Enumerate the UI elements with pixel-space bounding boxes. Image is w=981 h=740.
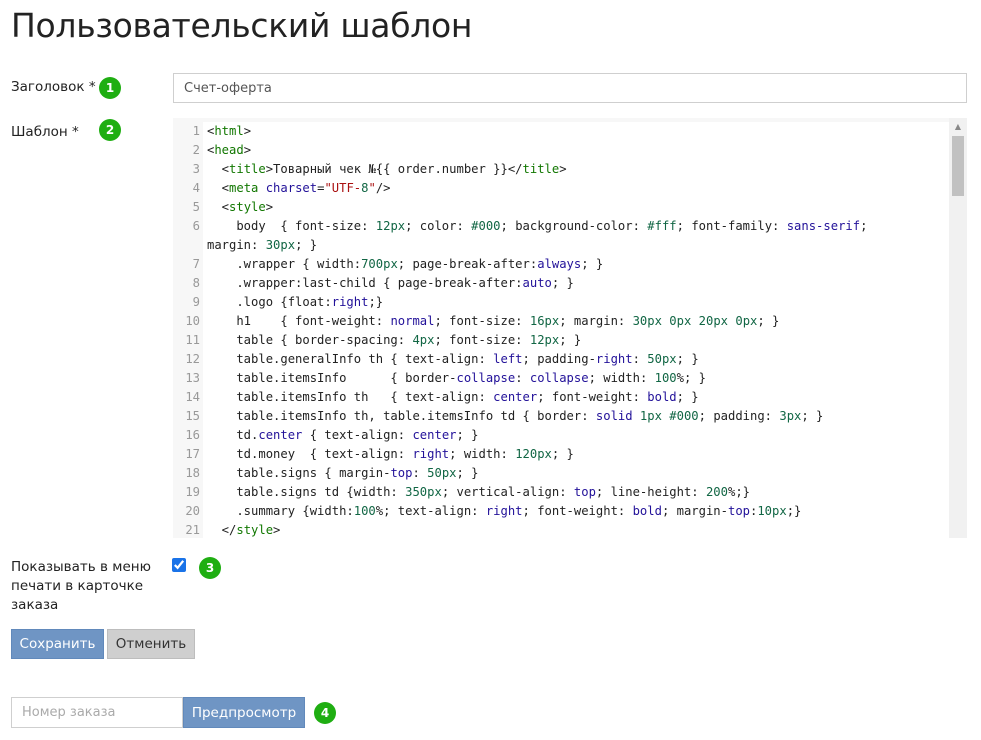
code-line[interactable]: 11 table { border-spacing: 4px; font-siz… <box>173 331 949 350</box>
code-line[interactable]: 6 body { font-size: 12px; color: #000; b… <box>173 217 949 236</box>
code-line[interactable]: 7 .wrapper { width:700px; page-break-aft… <box>173 255 949 274</box>
line-text: body { font-size: 12px; color: #000; bac… <box>203 217 949 236</box>
line-text: .wrapper:last-child { page-break-after:a… <box>203 274 949 293</box>
code-line[interactable]: 14 table.itemsInfo th { text-align: cent… <box>173 388 949 407</box>
code-line[interactable]: 16 td.center { text-align: center; } <box>173 426 949 445</box>
line-number: 21 <box>173 521 203 538</box>
line-text: table.signs { margin-top: 50px; } <box>203 464 949 483</box>
line-text: <title>Товарный чек №{{ order.number }}<… <box>203 160 949 179</box>
line-text: table.itemsInfo th, table.itemsInfo td {… <box>203 407 949 426</box>
line-text: .logo {float:right;} <box>203 293 949 312</box>
code-lines[interactable]: 1 <html> 2 <head> 3 <title>Товарный чек №{{ … <box>173 118 949 538</box>
code-line[interactable]: 15 table.itemsInfo th, table.itemsInfo t… <box>173 407 949 426</box>
step-badge-4: 4 <box>314 702 336 724</box>
line-number: 14 <box>173 388 203 407</box>
line-number: 18 <box>173 464 203 483</box>
triangle-up-icon[interactable]: ▲ <box>949 118 967 134</box>
line-number: 3 <box>173 160 203 179</box>
line-text: table.generalInfo th { text-align: left;… <box>203 350 949 369</box>
step-badge-2: 2 <box>99 119 121 141</box>
code-line[interactable]: 4 <meta charset="UTF-8"/> <box>173 179 949 198</box>
code-line[interactable]: margin: 30px; } <box>173 236 949 255</box>
code-line[interactable]: 3 <title>Товарный чек №{{ order.number }… <box>173 160 949 179</box>
label-line: печати в карточке <box>11 578 144 594</box>
save-button[interactable]: Сохранить <box>11 629 104 659</box>
line-number: 8 <box>173 274 203 293</box>
line-text: <html> <box>203 122 949 141</box>
title-field-label: Заголовок * <box>11 79 96 95</box>
show-in-print-menu-checkbox[interactable] <box>172 558 186 572</box>
line-number: 10 <box>173 312 203 331</box>
line-text: margin: 30px; } <box>203 236 949 255</box>
line-text: <style> <box>203 198 949 217</box>
label-line: заказа <box>11 597 59 613</box>
line-number: 20 <box>173 502 203 521</box>
line-text: h1 { font-weight: normal; font-size: 16p… <box>203 312 949 331</box>
line-number: 2 <box>173 141 203 160</box>
line-text: table { border-spacing: 4px; font-size: … <box>203 331 949 350</box>
step-badge-3: 3 <box>199 557 221 579</box>
code-line[interactable]: 8 .wrapper:last-child { page-break-after… <box>173 274 949 293</box>
line-text: table.signs td {width: 350px; vertical-a… <box>203 483 949 502</box>
line-number: 17 <box>173 445 203 464</box>
line-number: 19 <box>173 483 203 502</box>
code-line[interactable]: 12 table.generalInfo th { text-align: le… <box>173 350 949 369</box>
step-badge-1: 1 <box>99 77 121 99</box>
code-line[interactable]: 1 <html> <box>173 122 949 141</box>
line-text: .wrapper { width:700px; page-break-after… <box>203 255 949 274</box>
line-text: <head> <box>203 141 949 160</box>
code-line[interactable]: 19 table.signs td {width: 350px; vertica… <box>173 483 949 502</box>
line-number: 11 <box>173 331 203 350</box>
editor-scrollbar[interactable]: ▲ <box>949 118 967 538</box>
line-number: 7 <box>173 255 203 274</box>
code-line[interactable]: 2 <head> <box>173 141 949 160</box>
preview-button[interactable]: Предпросмотр <box>183 697 305 728</box>
code-line[interactable]: 21 </style> <box>173 521 949 538</box>
line-number: 12 <box>173 350 203 369</box>
title-input[interactable] <box>173 73 967 103</box>
line-number: 1 <box>173 122 203 141</box>
code-line[interactable]: 17 td.money { text-align: right; width: … <box>173 445 949 464</box>
code-line[interactable]: 18 table.signs { margin-top: 50px; } <box>173 464 949 483</box>
line-text: td.center { text-align: center; } <box>203 426 949 445</box>
line-number: 6 <box>173 217 203 236</box>
scroll-thumb[interactable] <box>952 136 964 196</box>
line-text: td.money { text-align: right; width: 120… <box>203 445 949 464</box>
code-line[interactable]: 13 table.itemsInfo { border-collapse: co… <box>173 369 949 388</box>
line-number: 16 <box>173 426 203 445</box>
line-text: table.itemsInfo { border-collapse: colla… <box>203 369 949 388</box>
line-number: 5 <box>173 198 203 217</box>
cancel-button[interactable]: Отменить <box>107 629 195 659</box>
page-title: Пользовательский шаблон <box>11 6 473 45</box>
line-text: <meta charset="UTF-8"/> <box>203 179 949 198</box>
show-in-print-menu-label: Показывать в меню печати в карточке зака… <box>11 558 161 615</box>
order-number-input[interactable] <box>11 697 183 728</box>
code-line[interactable]: 5 <style> <box>173 198 949 217</box>
label-line: Показывать в меню <box>11 559 151 575</box>
line-number: 9 <box>173 293 203 312</box>
line-number: 13 <box>173 369 203 388</box>
line-text: table.itemsInfo th { text-align: center;… <box>203 388 949 407</box>
line-number: 15 <box>173 407 203 426</box>
line-text: .summary {width:100%; text-align: right;… <box>203 502 949 521</box>
line-number: 4 <box>173 179 203 198</box>
template-code-editor[interactable]: 1 <html> 2 <head> 3 <title>Товарный чек №{{ … <box>173 118 967 538</box>
line-text: </style> <box>203 521 949 538</box>
template-field-label: Шаблон * <box>11 124 79 140</box>
code-line[interactable]: 9 .logo {float:right;} <box>173 293 949 312</box>
code-line[interactable]: 20 .summary {width:100%; text-align: rig… <box>173 502 949 521</box>
code-line[interactable]: 10 h1 { font-weight: normal; font-size: … <box>173 312 949 331</box>
line-number <box>173 236 203 255</box>
